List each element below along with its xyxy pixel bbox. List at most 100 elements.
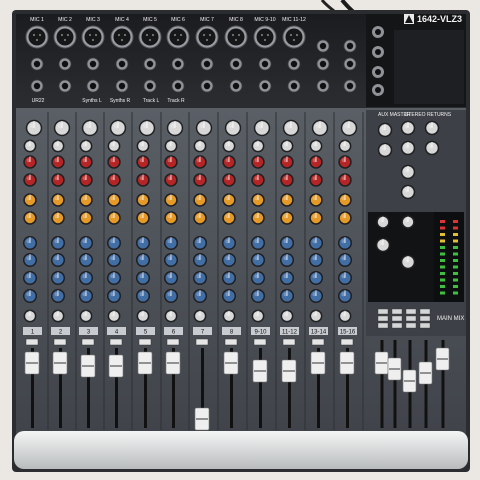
aux-knob[interactable] bbox=[79, 193, 93, 207]
pan-knob[interactable] bbox=[251, 309, 265, 323]
eq-knob[interactable] bbox=[136, 253, 150, 267]
pan-knob[interactable] bbox=[136, 309, 150, 323]
mute-button[interactable] bbox=[109, 338, 123, 346]
pan-knob[interactable] bbox=[280, 309, 294, 323]
trs-jack[interactable] bbox=[143, 79, 157, 93]
eq-knob[interactable] bbox=[136, 271, 150, 285]
trs-jack[interactable] bbox=[171, 79, 185, 93]
eq-knob[interactable] bbox=[107, 236, 121, 250]
eq-knob[interactable] bbox=[107, 271, 121, 285]
output-jack[interactable] bbox=[372, 46, 384, 58]
aux-knob[interactable] bbox=[23, 173, 37, 187]
sub-fader[interactable] bbox=[387, 357, 402, 381]
aux-master-knob[interactable] bbox=[377, 142, 393, 158]
pan-knob[interactable] bbox=[222, 309, 236, 323]
trs-jack[interactable] bbox=[287, 79, 301, 93]
aux-knob[interactable] bbox=[251, 155, 265, 169]
stereo-return-knob[interactable] bbox=[400, 184, 416, 200]
aux-knob[interactable] bbox=[338, 173, 352, 187]
assign-button[interactable] bbox=[377, 315, 389, 322]
control-room-knob[interactable] bbox=[375, 237, 391, 253]
aux-knob[interactable] bbox=[338, 211, 352, 225]
eq-knob[interactable] bbox=[280, 236, 294, 250]
channel-fader[interactable] bbox=[80, 354, 96, 378]
trs-jack[interactable] bbox=[115, 57, 129, 71]
aux-knob[interactable] bbox=[280, 173, 294, 187]
xlr-input-jack[interactable] bbox=[138, 25, 162, 49]
aux-knob[interactable] bbox=[107, 155, 121, 169]
trs-jack[interactable] bbox=[229, 57, 243, 71]
channel-fader[interactable] bbox=[252, 359, 268, 383]
channel-fader[interactable] bbox=[52, 351, 68, 375]
eq-knob[interactable] bbox=[309, 236, 323, 250]
aux-knob[interactable] bbox=[107, 139, 121, 153]
eq-knob[interactable] bbox=[193, 271, 207, 285]
trs-jack[interactable] bbox=[30, 79, 44, 93]
trs-jack[interactable] bbox=[58, 79, 72, 93]
eq-knob[interactable] bbox=[136, 236, 150, 250]
stereo-return-knob[interactable] bbox=[424, 120, 440, 136]
eq-knob[interactable] bbox=[222, 253, 236, 267]
aux-knob[interactable] bbox=[280, 155, 294, 169]
eq-knob[interactable] bbox=[79, 289, 93, 303]
trs-jack[interactable] bbox=[58, 57, 72, 71]
aux-knob[interactable] bbox=[23, 155, 37, 169]
aux-knob[interactable] bbox=[79, 155, 93, 169]
assign-button[interactable] bbox=[419, 322, 431, 329]
aux-knob[interactable] bbox=[23, 193, 37, 207]
assign-button[interactable] bbox=[419, 308, 431, 315]
aux-knob[interactable] bbox=[251, 173, 265, 187]
stereo-return-knob[interactable] bbox=[400, 164, 416, 180]
control-room-knob[interactable] bbox=[376, 215, 390, 229]
eq-knob[interactable] bbox=[164, 236, 178, 250]
gain-knob[interactable] bbox=[282, 119, 300, 137]
aux-knob[interactable] bbox=[51, 173, 65, 187]
assign-button[interactable] bbox=[391, 308, 403, 315]
eq-knob[interactable] bbox=[222, 289, 236, 303]
xlr-input-jack[interactable] bbox=[166, 25, 190, 49]
pan-knob[interactable] bbox=[193, 309, 207, 323]
output-jack[interactable] bbox=[372, 84, 384, 96]
eq-knob[interactable] bbox=[309, 289, 323, 303]
eq-knob[interactable] bbox=[23, 271, 37, 285]
eq-knob[interactable] bbox=[222, 236, 236, 250]
mute-button[interactable] bbox=[138, 338, 152, 346]
channel-fader[interactable] bbox=[339, 351, 355, 375]
aux-knob[interactable] bbox=[193, 155, 207, 169]
pan-knob[interactable] bbox=[23, 309, 37, 323]
gain-knob[interactable] bbox=[53, 119, 71, 137]
aux-knob[interactable] bbox=[222, 211, 236, 225]
xlr-input-jack[interactable] bbox=[253, 25, 277, 49]
aux-knob[interactable] bbox=[251, 139, 265, 153]
pan-knob[interactable] bbox=[309, 309, 323, 323]
trs-jack[interactable] bbox=[30, 57, 44, 71]
aux-knob[interactable] bbox=[193, 139, 207, 153]
main-mix-fader[interactable] bbox=[435, 347, 450, 371]
eq-knob[interactable] bbox=[251, 289, 265, 303]
eq-knob[interactable] bbox=[164, 253, 178, 267]
gain-knob[interactable] bbox=[25, 119, 43, 137]
aux-knob[interactable] bbox=[79, 173, 93, 187]
aux-knob[interactable] bbox=[136, 211, 150, 225]
aux-knob[interactable] bbox=[251, 193, 265, 207]
eq-knob[interactable] bbox=[280, 253, 294, 267]
mute-button[interactable] bbox=[53, 338, 67, 346]
aux-knob[interactable] bbox=[193, 193, 207, 207]
output-jack[interactable] bbox=[372, 26, 384, 38]
trs-jack[interactable] bbox=[115, 79, 129, 93]
eq-knob[interactable] bbox=[164, 289, 178, 303]
assign-button[interactable] bbox=[419, 315, 431, 322]
eq-knob[interactable] bbox=[309, 271, 323, 285]
eq-knob[interactable] bbox=[251, 271, 265, 285]
pan-knob[interactable] bbox=[79, 309, 93, 323]
xlr-input-jack[interactable] bbox=[81, 25, 105, 49]
eq-knob[interactable] bbox=[280, 289, 294, 303]
aux-knob[interactable] bbox=[280, 193, 294, 207]
gain-knob[interactable] bbox=[340, 119, 358, 137]
eq-knob[interactable] bbox=[79, 236, 93, 250]
eq-knob[interactable] bbox=[23, 253, 37, 267]
aux-knob[interactable] bbox=[136, 173, 150, 187]
xlr-input-jack[interactable] bbox=[53, 25, 77, 49]
pan-knob[interactable] bbox=[164, 309, 178, 323]
aux-knob[interactable] bbox=[309, 139, 323, 153]
